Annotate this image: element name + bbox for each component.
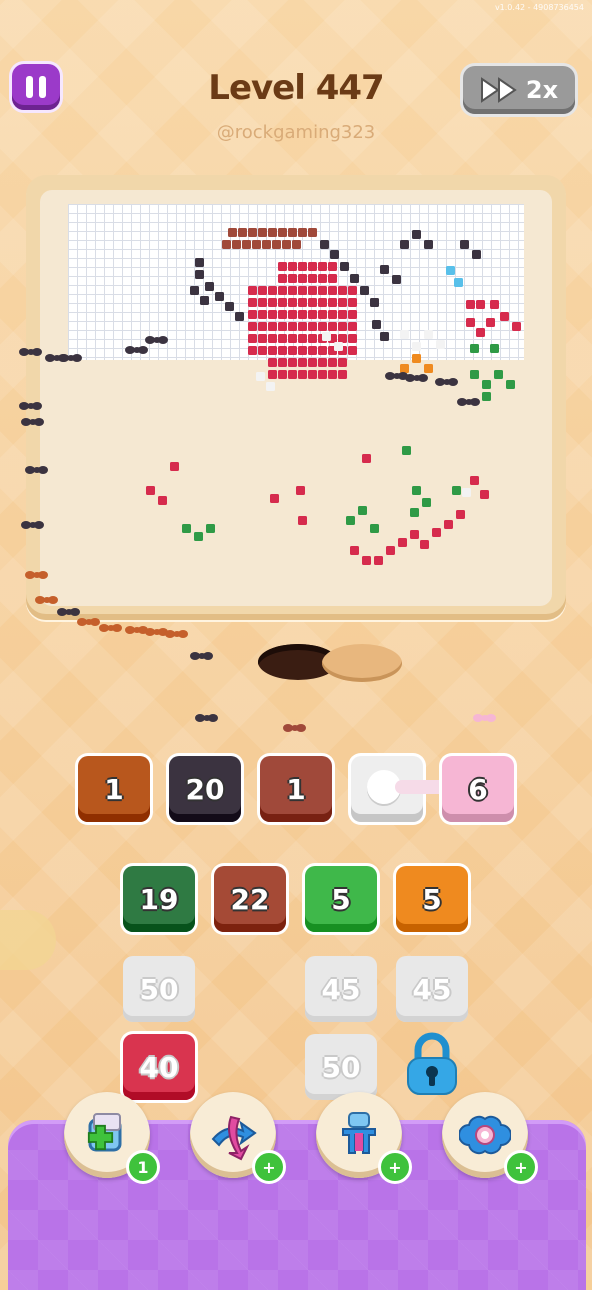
- add-box-icon: [87, 1113, 122, 1152]
- booster-badge: +: [252, 1150, 286, 1184]
- swap-arrows-icon: [211, 1115, 257, 1161]
- booster-swap[interactable]: +: [190, 1092, 286, 1184]
- booster-add-box[interactable]: 1: [64, 1092, 160, 1184]
- tile-count: 50: [321, 1050, 361, 1084]
- hidden-tile: 45: [305, 956, 377, 1022]
- queue-tile-dark[interactable]: 20: [169, 756, 241, 822]
- grid-tile-dark-green[interactable]: 19: [123, 866, 195, 932]
- queue-tile-brown[interactable]: 1: [260, 756, 332, 822]
- queue-tile-pink[interactable]: 6: [442, 756, 514, 822]
- badge-count: 1: [137, 1157, 149, 1177]
- tile-count: 45: [321, 972, 361, 1006]
- magnet-claw-icon: [342, 1112, 376, 1154]
- tile-count: 5: [422, 882, 442, 916]
- tile-count: 1: [286, 772, 306, 806]
- tile-count: 22: [230, 882, 270, 916]
- hidden-tile: 50: [305, 1034, 377, 1100]
- grid-tile-green[interactable]: 5: [305, 866, 377, 932]
- version-label: v1.0.42 - 4908736454: [494, 3, 584, 12]
- booster-badge: +: [378, 1150, 412, 1184]
- speed-label: 2x: [525, 76, 559, 104]
- tile-count: 6: [468, 772, 488, 806]
- booster-badge: 1: [126, 1150, 160, 1184]
- hole-lid: [322, 644, 402, 682]
- booster-claw[interactable]: +: [316, 1092, 412, 1184]
- grid-tile-brick[interactable]: 22: [214, 866, 286, 932]
- booster-ring[interactable]: +: [442, 1092, 538, 1184]
- tile-count: 50: [139, 972, 179, 1006]
- tile-count: 20: [185, 772, 225, 806]
- fast-forward-icon: [480, 77, 517, 103]
- queue-tile-orange[interactable]: 1: [78, 756, 150, 822]
- pixel-grid: [68, 204, 524, 360]
- speed-button[interactable]: 2x: [463, 66, 575, 114]
- ring-piece-icon: [459, 1115, 511, 1155]
- tile-count: 40: [139, 1050, 179, 1084]
- tile-count: 1: [104, 772, 124, 806]
- queue-tile-white[interactable]: [351, 756, 455, 822]
- hidden-tile: 50: [123, 956, 195, 1022]
- tile-count: 19: [139, 882, 179, 916]
- badge-plus: +: [388, 1157, 402, 1177]
- tile-count: 45: [412, 972, 452, 1006]
- grid-tile-orange[interactable]: 5: [396, 866, 468, 932]
- lock-icon[interactable]: [404, 1032, 460, 1096]
- grid-tile-red[interactable]: 40: [123, 1034, 195, 1100]
- badge-plus: +: [262, 1157, 276, 1177]
- hidden-tile: 45: [396, 956, 468, 1022]
- tile-count: 5: [331, 882, 351, 916]
- booster-badge: +: [504, 1150, 538, 1184]
- badge-plus: +: [514, 1157, 528, 1177]
- channel-watermark: @rockgaming323: [216, 122, 376, 143]
